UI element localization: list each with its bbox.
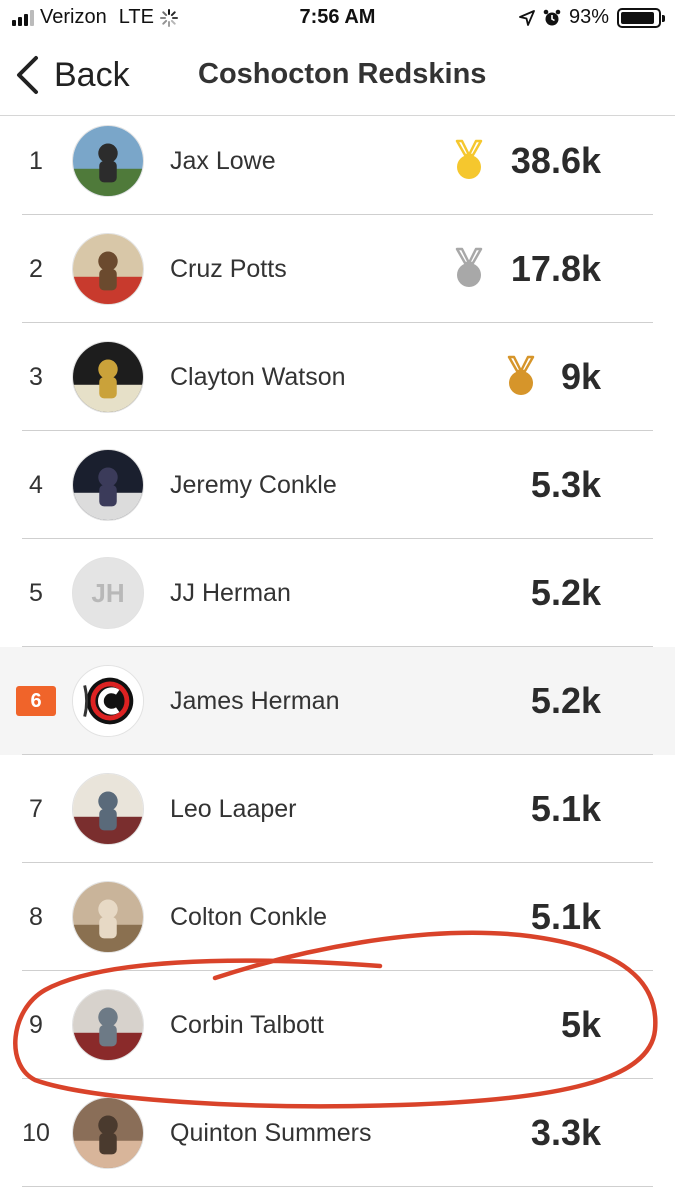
team-logo-avatar[interactable] bbox=[72, 665, 144, 737]
avatar[interactable] bbox=[72, 989, 144, 1061]
battery-percent: 93% bbox=[568, 6, 609, 28]
avatar[interactable] bbox=[72, 449, 144, 521]
rank-number: 7 bbox=[29, 794, 43, 823]
page-title: Coshocton Redskins bbox=[198, 58, 487, 90]
leaderboard-row[interactable]: 6 James Herman 5.2k bbox=[0, 647, 675, 755]
player-score: 5.3k bbox=[530, 464, 601, 505]
rank-number: 8 bbox=[29, 902, 43, 931]
player-name: Jax Lowe bbox=[170, 146, 276, 175]
rank-badge-label: 6 bbox=[16, 686, 56, 716]
leaderboard-row[interactable]: 8 Colton Conkle 5.1k bbox=[0, 863, 675, 971]
chevron-left-icon bbox=[17, 56, 38, 94]
rank-number: 5 bbox=[29, 578, 43, 607]
leaderboard-row[interactable]: 7 Leo Laaper 5.1k bbox=[0, 755, 675, 863]
avatar[interactable] bbox=[72, 773, 144, 845]
player-score: 17.8k bbox=[510, 248, 601, 289]
player-name: Leo Laaper bbox=[170, 794, 297, 823]
player-name: Corbin Talbott bbox=[170, 1010, 324, 1039]
rank-number: 10 bbox=[22, 1118, 50, 1147]
leaderboard-row[interactable]: 3 Clayton Watson 9k bbox=[0, 323, 675, 431]
rank-number: 4 bbox=[29, 470, 43, 499]
rank-badge: 6 bbox=[14, 647, 58, 755]
avatar[interactable] bbox=[72, 125, 144, 197]
status-right: 93% bbox=[519, 6, 665, 29]
rank-number: 1 bbox=[29, 146, 43, 175]
location-arrow-icon bbox=[519, 9, 535, 26]
avatar[interactable] bbox=[72, 881, 144, 953]
rank-number: 9 bbox=[29, 1010, 43, 1039]
avatar[interactable] bbox=[72, 233, 144, 305]
leaderboard-row[interactable]: 2 Cruz Potts 17.8k bbox=[0, 215, 675, 323]
player-score: 5.2k bbox=[530, 572, 601, 613]
silver-medal-icon bbox=[453, 247, 485, 289]
row-divider bbox=[22, 1186, 653, 1187]
leaderboard-row[interactable]: 4 Jeremy Conkle 5.3k bbox=[0, 431, 675, 539]
leaderboard-row[interactable]: 5 JH JJ Herman 5.2k bbox=[0, 539, 675, 647]
avatar[interactable] bbox=[72, 1097, 144, 1169]
avatar-initials[interactable]: JH bbox=[72, 557, 144, 629]
player-name: Cruz Potts bbox=[170, 254, 287, 283]
player-score: 5k bbox=[560, 1004, 601, 1045]
leaderboard-row[interactable]: 1 Jax Lowe 38.6k bbox=[0, 107, 675, 215]
back-label: Back bbox=[54, 55, 130, 94]
player-name: Clayton Watson bbox=[170, 362, 346, 391]
player-score: 5.1k bbox=[530, 896, 601, 937]
player-score: 38.6k bbox=[510, 140, 601, 181]
status-bar: Verizon LTE 7:56 AM 93% bbox=[0, 0, 675, 40]
avatar[interactable] bbox=[72, 341, 144, 413]
rank-number: 3 bbox=[29, 362, 43, 391]
player-name: James Herman bbox=[170, 686, 340, 715]
player-score: 5.2k bbox=[530, 680, 601, 721]
player-name: Colton Conkle bbox=[170, 902, 328, 931]
nav-bar: Back Coshocton Redskins bbox=[0, 40, 675, 116]
battery-fill bbox=[621, 11, 655, 24]
leaderboard-row[interactable]: 10 Quinton Summers 3.3k bbox=[0, 1079, 675, 1187]
rank-number: 2 bbox=[29, 254, 43, 283]
back-button[interactable]: Back bbox=[14, 52, 130, 98]
leaderboard-list: 1 Jax Lowe 38.6k 2 Cruz Potts 17.8k 3 Clayton W… bbox=[0, 107, 675, 1187]
gold-medal-icon bbox=[453, 139, 485, 181]
leaderboard-row[interactable]: 9 Corbin Talbott 5k bbox=[0, 971, 675, 1079]
player-score: 9k bbox=[560, 356, 601, 397]
player-name: JJ Herman bbox=[170, 578, 291, 607]
player-name: Quinton Summers bbox=[170, 1118, 372, 1147]
player-score: 3.3k bbox=[530, 1112, 601, 1153]
alarm-clock-icon bbox=[543, 9, 561, 25]
player-score: 5.1k bbox=[530, 788, 601, 829]
battery-icon bbox=[617, 7, 665, 28]
bronze-medal-icon bbox=[505, 355, 537, 397]
player-name: Jeremy Conkle bbox=[170, 470, 337, 499]
